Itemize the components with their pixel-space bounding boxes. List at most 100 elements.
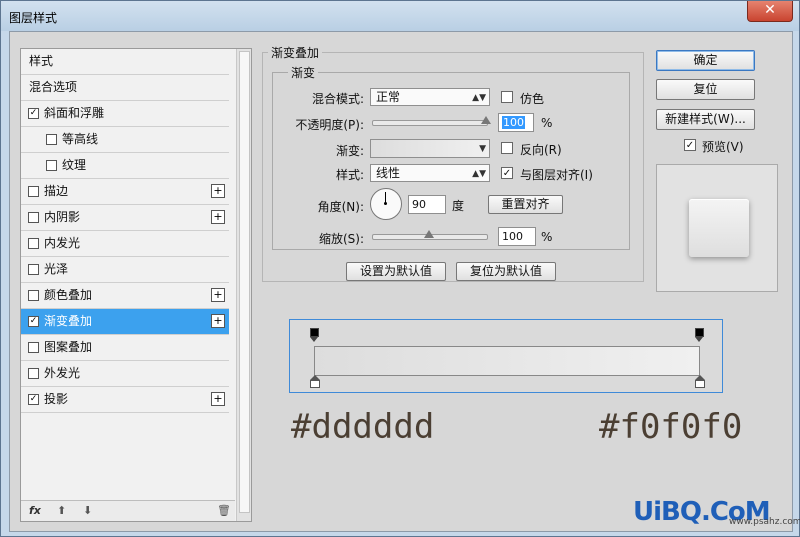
style-item[interactable]: 内发光 xyxy=(21,231,229,257)
trash-icon[interactable]: 🗑 xyxy=(217,504,231,517)
add-instance-icon[interactable]: + xyxy=(211,288,225,302)
angle-input[interactable]: 90 xyxy=(408,195,446,214)
opacity-stop-left[interactable] xyxy=(310,328,319,342)
angle-value: 90 xyxy=(412,198,426,211)
reset-default-button[interactable]: 复位为默认值 xyxy=(456,262,556,281)
gradient-bar[interactable] xyxy=(314,346,700,376)
styles-toolbar: fx ⬆ ⬇ 🗑 xyxy=(21,500,235,521)
close-button[interactable]: ✕ xyxy=(747,1,793,22)
styles-header[interactable]: 样式 xyxy=(21,49,229,75)
blend-mode-value: 正常 xyxy=(376,90,401,104)
style-item-label: 斜面和浮雕 xyxy=(44,106,105,120)
style-item[interactable]: 描边 + xyxy=(21,179,229,205)
style-item-label: 投影 xyxy=(44,392,69,406)
dither-label: 仿色 xyxy=(520,92,545,106)
style-item-label: 内阴影 xyxy=(44,210,81,224)
style-item-label: 光泽 xyxy=(44,262,69,276)
scale-value: 100 xyxy=(502,230,523,243)
scrollbar-thumb[interactable] xyxy=(239,51,250,513)
preview-swatch xyxy=(689,199,749,257)
dither-checkbox[interactable] xyxy=(501,91,513,103)
style-item-label: 等高线 xyxy=(62,132,99,146)
style-item-checkbox[interactable] xyxy=(28,342,39,353)
align-checkbox[interactable]: ✓ xyxy=(501,167,513,179)
style-item[interactable]: 光泽 xyxy=(21,257,229,283)
style-item[interactable]: ✓ 投影 + xyxy=(21,387,229,413)
add-instance-icon[interactable]: + xyxy=(211,392,225,406)
opacity-stop-right[interactable] xyxy=(695,328,704,342)
style-item-checkbox[interactable] xyxy=(28,368,39,379)
add-instance-icon[interactable]: + xyxy=(211,210,225,224)
reset-align-button[interactable]: 重置对齐 xyxy=(488,195,563,214)
gradient-picker[interactable]: ▼ xyxy=(370,139,490,158)
style-item-checkbox[interactable]: ✓ xyxy=(28,394,39,405)
blend-options-item[interactable]: 混合选项 xyxy=(21,75,229,101)
opacity-stop-swatch xyxy=(310,328,319,337)
reset-button[interactable]: 复位 xyxy=(656,79,755,100)
style-item[interactable]: 颜色叠加 + xyxy=(21,283,229,309)
updown-arrow-icon: ▲▼ xyxy=(472,169,486,179)
gradient-editor-panel xyxy=(289,319,723,393)
style-item-checkbox[interactable] xyxy=(46,160,57,171)
style-select[interactable]: 线性 ▲▼ xyxy=(370,164,490,182)
style-label: 样式: xyxy=(335,168,364,182)
angle-dial[interactable] xyxy=(370,188,402,220)
style-item-checkbox[interactable] xyxy=(28,186,39,197)
move-down-icon[interactable]: ⬇ xyxy=(83,504,92,517)
style-item-label: 描边 xyxy=(44,184,69,198)
styles-header-label: 样式 xyxy=(29,54,54,68)
style-item-checkbox[interactable] xyxy=(28,212,39,223)
reverse-label: 反向(R) xyxy=(520,143,562,157)
scale-input[interactable]: 100 xyxy=(498,227,536,246)
style-item[interactable]: 外发光 xyxy=(21,361,229,387)
new-style-button[interactable]: 新建样式(W)... xyxy=(656,109,755,130)
stop-pointer xyxy=(695,337,703,342)
style-item-checkbox[interactable] xyxy=(28,264,39,275)
style-item[interactable]: 图案叠加 xyxy=(21,335,229,361)
fx-icon[interactable]: fx xyxy=(29,504,41,517)
style-item-label: 渐变叠加 xyxy=(44,314,93,328)
opacity-stop-swatch xyxy=(695,328,704,337)
color-stop-left[interactable] xyxy=(310,375,320,388)
blend-options-label: 混合选项 xyxy=(29,80,78,94)
layer-style-dialog: 图层样式 ✕ 样式 混合选项 ✓ 斜面和浮雕等高线纹理描边 + 内阴影 + 内发光光泽颜色… xyxy=(0,0,800,537)
style-item-checkbox[interactable] xyxy=(46,134,57,145)
reverse-checkbox[interactable] xyxy=(501,142,513,154)
move-up-icon[interactable]: ⬆ xyxy=(57,504,66,517)
add-instance-icon[interactable]: + xyxy=(211,184,225,198)
color-stop-right[interactable] xyxy=(695,375,705,388)
scale-label: 缩放(S): xyxy=(318,232,364,246)
scale-percent: % xyxy=(541,230,553,244)
style-item[interactable]: 纹理 xyxy=(21,153,229,179)
style-item-checkbox[interactable] xyxy=(28,238,39,249)
opacity-slider-thumb[interactable] xyxy=(481,116,491,124)
style-item[interactable]: 内阴影 + xyxy=(21,205,229,231)
styles-scrollbar[interactable] xyxy=(236,49,251,521)
chevron-down-icon: ▼ xyxy=(479,144,486,154)
style-item-label: 外发光 xyxy=(44,366,81,380)
style-item[interactable]: ✓ 渐变叠加 + xyxy=(21,309,229,335)
style-item-label: 颜色叠加 xyxy=(44,288,93,302)
stop-pointer xyxy=(310,337,318,342)
set-default-button[interactable]: 设置为默认值 xyxy=(346,262,446,281)
styles-list: 样式 混合选项 ✓ 斜面和浮雕等高线纹理描边 + 内阴影 + 内发光光泽颜色叠加 + ✓ 渐变叠… xyxy=(21,49,229,413)
end-color-label: #f0f0f0 xyxy=(599,407,743,447)
blend-mode-select[interactable]: 正常 ▲▼ xyxy=(370,88,490,106)
opacity-percent: % xyxy=(541,116,553,130)
degree-label: 度 xyxy=(452,199,465,213)
scale-slider-thumb[interactable] xyxy=(424,230,434,238)
add-instance-icon[interactable]: + xyxy=(211,314,225,328)
angle-center-dot xyxy=(384,202,387,205)
style-item[interactable]: ✓ 斜面和浮雕 xyxy=(21,101,229,127)
opacity-input[interactable]: 100 xyxy=(498,113,534,132)
section-title: 渐变叠加 xyxy=(268,44,323,61)
preview-checkbox[interactable]: ✓ xyxy=(684,139,696,151)
style-item[interactable]: 等高线 xyxy=(21,127,229,153)
style-item-checkbox[interactable] xyxy=(28,290,39,301)
style-item-checkbox[interactable]: ✓ xyxy=(28,316,39,327)
ok-button[interactable]: 确定 xyxy=(656,50,755,71)
style-item-checkbox[interactable]: ✓ xyxy=(28,108,39,119)
updown-arrow-icon: ▲▼ xyxy=(472,93,486,103)
opacity-slider[interactable] xyxy=(372,120,488,126)
window-title: 图层样式 xyxy=(9,11,58,25)
